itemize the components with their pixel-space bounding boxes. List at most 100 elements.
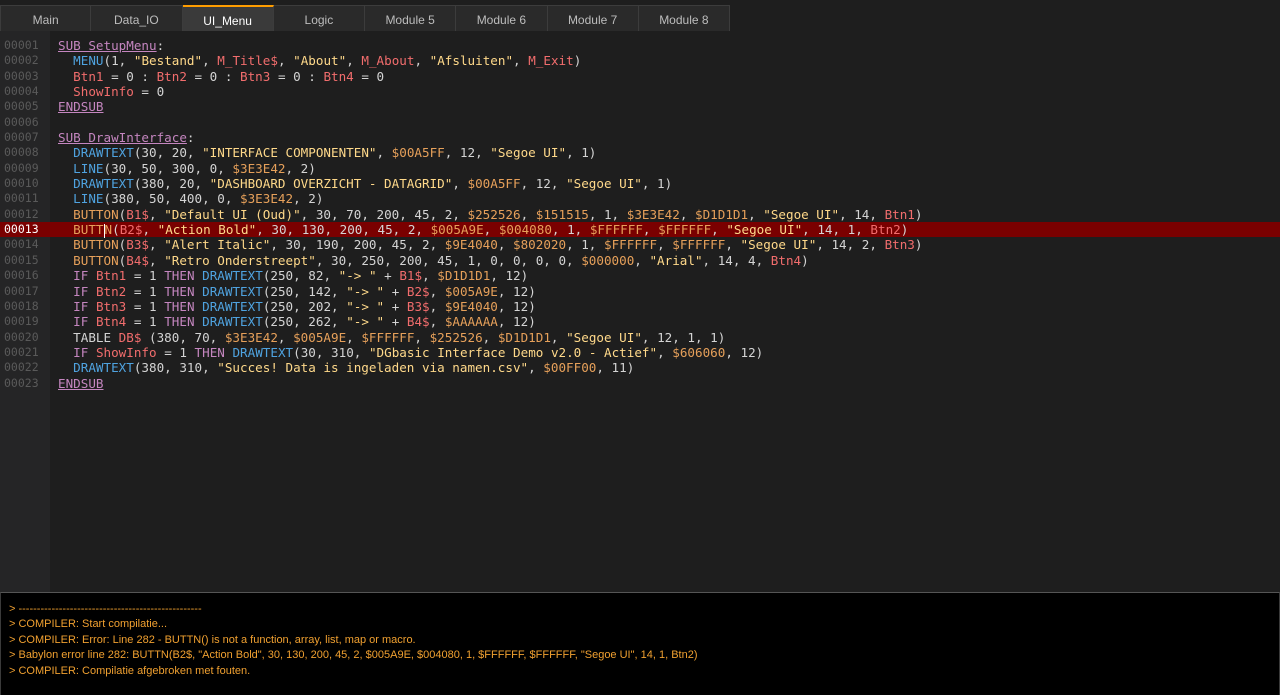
code-token: DRAWTEXT	[202, 298, 263, 314]
code-token: MENU	[73, 53, 104, 69]
code-token: ,	[429, 314, 445, 330]
code-text: MENU(1, "Bestand", M_Title$, "About", M_…	[58, 53, 581, 68]
line-number: 00019	[4, 314, 39, 329]
code-token: $00A5FF	[467, 176, 521, 192]
code-token: Btn2	[95, 283, 127, 299]
code-editor[interactable]: 00001 SUB SetupMenu: 00002 MENU(1, "Bestan…	[0, 31, 1280, 592]
code-line[interactable]: 00002 MENU(1, "Bestand", M_Title$, "Abou…	[0, 53, 1280, 68]
code-token: , 30, 250, 200, 45, 1, 0, 0, 0, 0,	[315, 252, 582, 268]
code-line[interactable]: 00018 IF Btn3 = 1 THEN DRAWTEXT(250, 202…	[0, 299, 1280, 314]
code-token: IF	[73, 268, 89, 284]
code-token: $FFFFFF	[672, 237, 726, 253]
code-token: THEN	[164, 268, 195, 284]
code-token: $3E3E42	[240, 191, 294, 207]
code-text: SUB SetupMenu:	[58, 38, 164, 53]
code-token: "Afsluiten"	[429, 53, 514, 69]
code-token: THEN	[164, 298, 195, 314]
code-line[interactable]: 00023 ENDSUB	[0, 376, 1280, 391]
code-token: "Segoe UI"	[740, 237, 817, 253]
code-line[interactable]: 00017 IF Btn2 = 1 THEN DRAWTEXT(250, 142…	[0, 284, 1280, 299]
code-line[interactable]: 00004 ShowInfo = 0	[0, 84, 1280, 99]
code-text: BUTTON(B3$, "Alert Italic", 30, 190, 200…	[58, 237, 922, 253]
code-line[interactable]: 00022 DRAWTEXT(380, 310, "Succes! Data i…	[0, 360, 1280, 375]
code-token: $D1D1D1	[437, 268, 491, 284]
code-token: M_About	[361, 53, 415, 69]
code-token: B3$	[406, 298, 430, 314]
code-text: IF Btn3 = 1 THEN DRAWTEXT(250, 202, "-> …	[58, 299, 536, 314]
compiler-output-console: > --------------------------------------…	[0, 592, 1280, 695]
code-token: "Segoe UI"	[490, 145, 567, 161]
code-line[interactable]: 00014 BUTTON(B3$, "Alert Italic", 30, 19…	[0, 237, 1280, 252]
code-token: , 14,	[839, 206, 885, 222]
code-token: $FFFFFF	[603, 237, 658, 253]
code-token: , 2)	[285, 160, 316, 176]
code-token: , 12,	[520, 176, 567, 192]
code-line[interactable]: 00021 IF ShowInfo = 1 THEN DRAWTEXT(30, …	[0, 345, 1280, 360]
code-token: $3E3E42	[224, 329, 278, 345]
code-token: "Bestand"	[133, 53, 203, 69]
code-token: B2$	[406, 283, 430, 299]
code-token: = 0	[353, 68, 385, 84]
code-token: , 14, 2,	[816, 237, 885, 253]
code-token: $00A5FF	[391, 145, 445, 161]
code-text: DRAWTEXT(30, 20, "INTERFACE COMPONENTEN"…	[58, 145, 596, 160]
code-token: SUB DrawInterface	[58, 130, 187, 146]
code-line[interactable]: 00016 IF Btn1 = 1 THEN DRAWTEXT(250, 82,…	[0, 268, 1280, 283]
code-line[interactable]: 00008 DRAWTEXT(30, 20, "INTERFACE COMPON…	[0, 145, 1280, 160]
ide-window: Main Data_IO UI_Menu Logic Module 5 Module 6M…	[0, 0, 1280, 695]
code-token: DB$	[118, 329, 142, 345]
code-line[interactable]: 00005 ENDSUB	[0, 99, 1280, 114]
code-token: "DASHBOARD OVERZICHT - DATAGRID"	[209, 176, 453, 192]
code-token: )	[900, 222, 909, 238]
code-line[interactable]: 00011 LINE(380, 50, 400, 0, $3E3E42, 2)	[0, 191, 1280, 206]
code-token: , 12)	[497, 314, 536, 330]
line-number: 00014	[4, 237, 39, 252]
code-token: (30, 20,	[133, 145, 203, 161]
line-number: 00009	[4, 160, 39, 175]
line-number: 00007	[4, 130, 39, 145]
code-line[interactable]: 00003 Btn1 = 0 : Btn2 = 0 : Btn3 = 0 : B…	[0, 69, 1280, 84]
code-line[interactable]: 00015 BUTTON(B4$, "Retro Onderstreept", …	[0, 253, 1280, 268]
error-code-line[interactable]: 00013 BUTTN(B2$, "Action Bold", 30, 130,…	[0, 222, 1280, 238]
code-text: SUB DrawInterface:	[58, 130, 195, 145]
code-token: ,	[149, 206, 165, 222]
code-token: (250, 202,	[262, 298, 347, 314]
code-text: ENDSUB	[58, 99, 104, 114]
code-line[interactable]: 00009 LINE(30, 50, 300, 0, $3E3E42, 2)	[0, 161, 1280, 176]
code-token: ,	[711, 222, 727, 238]
code-token: "-> "	[346, 283, 385, 299]
code-token: "INTERFACE COMPONENTEN"	[202, 145, 377, 161]
console-line: > --------------------------------------…	[9, 603, 202, 615]
code-token: , 30, 70, 200, 45, 2,	[300, 206, 468, 222]
line-number: 00023	[4, 375, 39, 390]
code-line[interactable]: 00006	[0, 115, 1280, 130]
code-token: $00FF00	[543, 360, 597, 376]
code-line[interactable]: 00020 TABLE DB$ (380, 70, $3E3E42, $005A…	[0, 330, 1280, 345]
code-line[interactable]: 00007 SUB DrawInterface:	[0, 130, 1280, 145]
code-token: = 0 :	[270, 68, 324, 84]
console-line: > COMPILER: Error: Line 282 - BUTTN() is…	[9, 633, 416, 646]
code-token: "About"	[293, 53, 347, 69]
code-token: , 12)	[497, 283, 536, 299]
code-token: (250, 142,	[262, 283, 347, 299]
code-line[interactable]: 00010 DRAWTEXT(380, 20, "DASHBOARD OVERZ…	[0, 176, 1280, 191]
code-line[interactable]: 00012 BUTTON(B1$, "Default UI (Oud)", 30…	[0, 207, 1280, 222]
code-token: , 30, 130, 200, 45, 2,	[256, 222, 431, 238]
code-token: )	[914, 206, 923, 222]
module-tab-bar: Main Data_IO UI_Menu Logic Module 5 Module 6M…	[0, 0, 1280, 35]
code-line[interactable]: 00019 IF Btn4 = 1 THEN DRAWTEXT(250, 262…	[0, 314, 1280, 329]
code-token: ,	[528, 360, 544, 376]
code-token: DRAWTEXT	[73, 145, 134, 161]
code-token: +	[384, 298, 407, 314]
code-token: ,	[634, 252, 650, 268]
code-line[interactable]: 00001 SUB SetupMenu:	[0, 38, 1280, 53]
code-token: (380, 310,	[133, 360, 218, 376]
